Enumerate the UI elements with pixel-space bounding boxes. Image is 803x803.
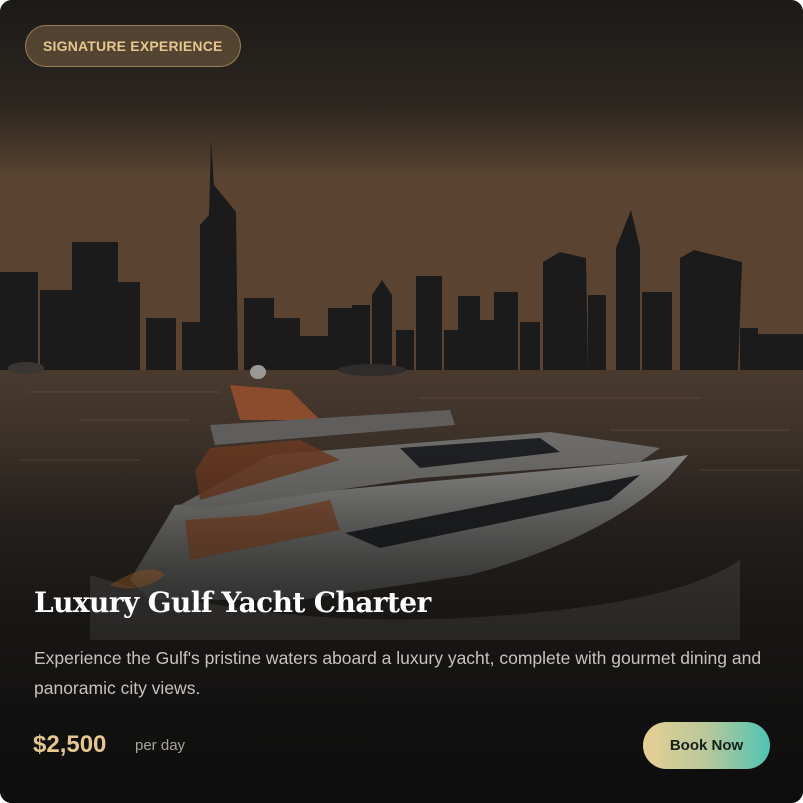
- book-now-button[interactable]: Book Now: [643, 722, 770, 769]
- signature-experience-badge: SIGNATURE EXPERIENCE: [25, 25, 241, 67]
- experience-card[interactable]: SIGNATURE EXPERIENCE Luxury Gulf Yacht C…: [0, 0, 803, 803]
- card-title: Luxury Gulf Yacht Charter: [34, 586, 431, 619]
- price-amount: $2,500: [33, 731, 107, 758]
- price-unit: per day: [135, 737, 186, 754]
- card-description: Experience the Gulf's pristine waters ab…: [34, 648, 762, 698]
